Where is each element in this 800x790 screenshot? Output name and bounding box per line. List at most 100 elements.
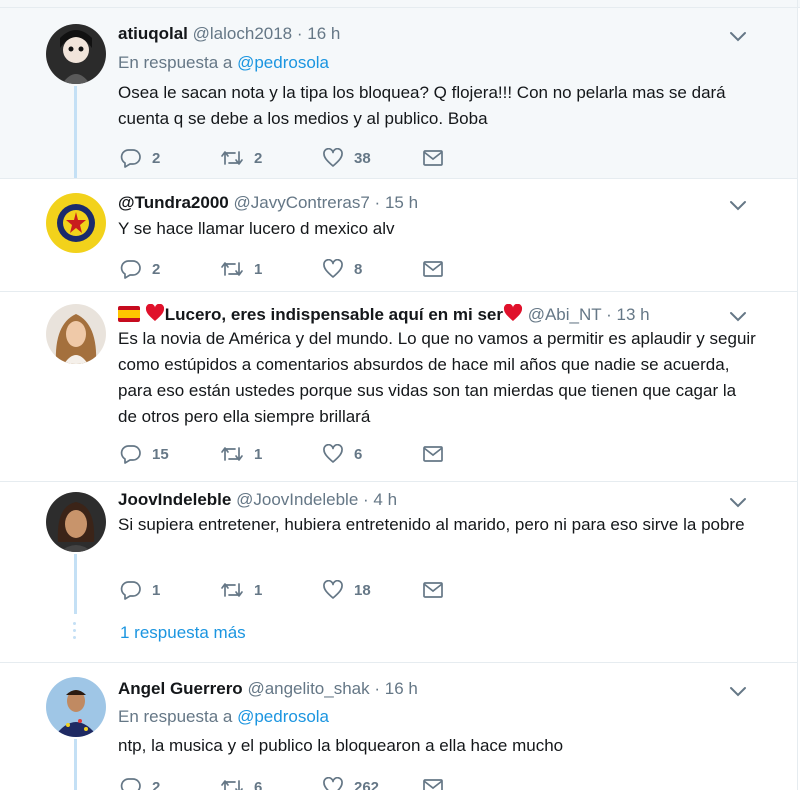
separator-dot: · xyxy=(374,193,381,212)
avatar[interactable] xyxy=(46,193,106,253)
user-handle[interactable]: @laloch2018 xyxy=(193,24,293,43)
retweet-count: 2 xyxy=(254,149,263,167)
like-button[interactable]: 8 xyxy=(322,257,362,281)
retweet-button[interactable]: 1 xyxy=(220,578,262,602)
reply-count: 1 xyxy=(152,581,161,599)
top-border xyxy=(0,0,800,8)
reply-button[interactable]: 2 xyxy=(120,775,160,790)
heart-icon xyxy=(503,303,523,327)
tweet-header: atiuqolal @laloch2018 · 16 h xyxy=(118,24,340,44)
timestamp[interactable]: 16 h xyxy=(385,679,418,698)
like-count: 8 xyxy=(354,260,363,278)
retweet-button[interactable]: 1 xyxy=(220,257,262,281)
thread-line xyxy=(74,739,77,790)
reply-icon xyxy=(120,259,142,279)
like-button[interactable]: 6 xyxy=(322,442,362,466)
like-count: 262 xyxy=(354,778,380,790)
timestamp[interactable]: 15 h xyxy=(385,193,418,212)
timestamp[interactable]: 4 h xyxy=(373,490,397,509)
display-name[interactable]: @Tundra2000 xyxy=(118,193,229,212)
display-name[interactable]: Angel Guerrero xyxy=(118,679,243,698)
tweet-text: ntp, la musica y el publico la bloquearo… xyxy=(118,736,564,755)
timestamp[interactable]: 13 h xyxy=(616,305,649,324)
direct-message-icon xyxy=(422,445,444,463)
direct-message-icon xyxy=(422,260,444,278)
reply-icon xyxy=(120,777,142,790)
tweet-text: Si supiera entretener, hubiera entreteni… xyxy=(118,515,745,534)
like-icon xyxy=(322,259,344,279)
like-icon xyxy=(322,148,344,168)
show-more-replies-link[interactable]: 1 respuesta más xyxy=(120,623,246,643)
avatar[interactable] xyxy=(46,677,106,737)
retweet-icon xyxy=(220,148,244,168)
spain-flag-icon xyxy=(118,306,140,327)
retweet-icon xyxy=(220,777,244,790)
like-icon xyxy=(322,580,344,600)
separator-dot: · xyxy=(296,24,303,43)
chevron-down-icon[interactable] xyxy=(728,496,748,510)
timeline-border xyxy=(797,0,798,790)
retweet-count: 1 xyxy=(254,445,263,463)
display-name[interactable]: atiuqolal xyxy=(118,24,188,43)
reply-count: 2 xyxy=(152,149,161,167)
like-count: 18 xyxy=(354,581,371,599)
tweet-header: Lucero, eres indispensable aquí en mi se… xyxy=(118,303,650,327)
direct-message-button[interactable] xyxy=(422,146,444,170)
retweet-button[interactable]: 1 xyxy=(220,442,262,466)
display-name[interactable]: JoovIndeleble xyxy=(118,490,231,509)
separator-dot: · xyxy=(606,305,612,324)
like-button[interactable]: 38 xyxy=(322,146,371,170)
tweet-3[interactable]: JoovIndeleble @JoovIndeleble · 4 h Si su… xyxy=(0,482,797,662)
reply-prefix: En respuesta a xyxy=(118,707,233,726)
retweet-button[interactable]: 6 xyxy=(220,775,262,790)
user-handle[interactable]: @JavyContreras7 xyxy=(233,193,369,212)
reply-mention-link[interactable]: @pedrosola xyxy=(237,53,329,72)
retweet-button[interactable]: 2 xyxy=(220,146,262,170)
reply-icon xyxy=(120,580,142,600)
reply-button[interactable]: 1 xyxy=(120,578,160,602)
reply-count: 2 xyxy=(152,778,161,790)
retweet-count: 6 xyxy=(254,778,263,790)
reply-button[interactable]: 2 xyxy=(120,257,160,281)
like-icon xyxy=(322,444,344,464)
retweet-count: 1 xyxy=(254,260,263,278)
reply-icon xyxy=(120,148,142,168)
chevron-down-icon[interactable] xyxy=(728,310,748,324)
reply-icon xyxy=(120,444,142,464)
reply-mention-link[interactable]: @pedrosola xyxy=(237,707,329,726)
direct-message-icon xyxy=(422,778,444,790)
tweet-0[interactable]: atiuqolal @laloch2018 · 16 h En respuest… xyxy=(0,8,797,178)
like-button[interactable]: 262 xyxy=(322,775,379,790)
avatar[interactable] xyxy=(46,492,106,552)
reply-button[interactable]: 15 xyxy=(120,442,169,466)
tweet-4[interactable]: Angel Guerrero @angelito_shak · 16 h En … xyxy=(0,663,797,790)
conversation-thread: atiuqolal @laloch2018 · 16 h En respuest… xyxy=(0,0,800,790)
user-handle[interactable]: @Abi_NT xyxy=(528,305,602,324)
tweet-2[interactable]: Lucero, eres indispensable aquí en mi se… xyxy=(0,292,797,481)
reply-count: 2 xyxy=(152,260,161,278)
user-handle[interactable]: @JoovIndeleble xyxy=(236,490,358,509)
like-button[interactable]: 18 xyxy=(322,578,371,602)
reply-button[interactable]: 2 xyxy=(120,146,160,170)
direct-message-button[interactable] xyxy=(422,775,444,790)
timestamp[interactable]: 16 h xyxy=(307,24,340,43)
user-handle[interactable]: @angelito_shak xyxy=(247,679,369,698)
chevron-down-icon[interactable] xyxy=(728,30,748,44)
chevron-down-icon[interactable] xyxy=(728,199,748,213)
avatar[interactable] xyxy=(46,24,106,84)
display-name[interactable]: Lucero, eres indispensable aquí en mi se… xyxy=(165,305,503,324)
reply-count: 15 xyxy=(152,445,169,463)
chevron-down-icon[interactable] xyxy=(728,685,748,699)
tweet-1[interactable]: @Tundra2000 @JavyContreras7 · 15 h Y se … xyxy=(0,179,797,291)
direct-message-button[interactable] xyxy=(422,442,444,466)
avatar[interactable] xyxy=(46,304,106,364)
separator-dot: · xyxy=(363,490,369,509)
direct-message-icon xyxy=(422,149,444,167)
tweet-text: Osea le sacan nota y la tipa los bloquea… xyxy=(118,83,726,128)
direct-message-icon xyxy=(422,581,444,599)
direct-message-button[interactable] xyxy=(422,578,444,602)
direct-message-button[interactable] xyxy=(422,257,444,281)
retweet-icon xyxy=(220,259,244,279)
thread-line xyxy=(74,86,77,178)
like-count: 38 xyxy=(354,149,371,167)
